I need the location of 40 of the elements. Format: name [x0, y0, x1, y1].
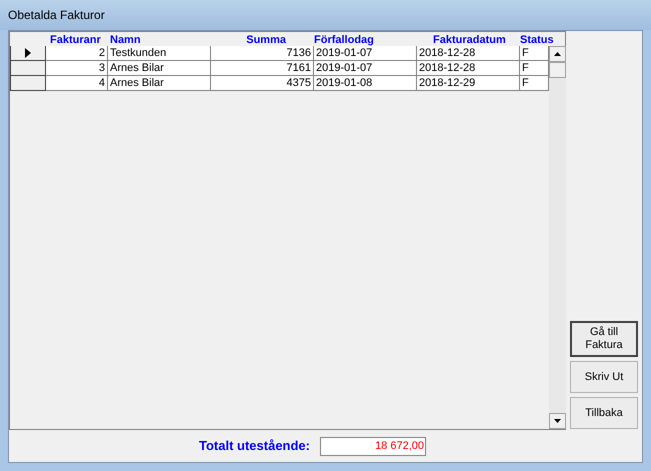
column-header: Summa [246, 34, 286, 46]
column-header: Namn [110, 34, 141, 46]
row-pointer-icon [25, 48, 31, 58]
total-field: 18 672,00 [320, 436, 426, 456]
table-cell: Arnes Bilar [108, 61, 211, 76]
table-cell: F [520, 46, 549, 61]
up-arrow-icon [554, 52, 561, 56]
scroll-up-button[interactable] [549, 46, 566, 62]
table-cell: F [520, 61, 549, 76]
table-cell: 2018-12-28 [417, 61, 520, 76]
table-cell: Arnes Bilar [108, 76, 211, 91]
table-cell: 2019-01-07 [314, 61, 417, 76]
table-cell: 2019-01-08 [314, 76, 417, 91]
table-cell: 2 [46, 46, 108, 61]
column-header: Fakturadatum [433, 34, 506, 46]
table-cell: 3 [46, 61, 108, 76]
scroll-down-button[interactable] [549, 413, 566, 429]
table-cell: 7136 [211, 46, 314, 61]
row-selector[interactable] [10, 46, 46, 61]
table-cell: Testkunden [108, 46, 211, 61]
vertical-scrollbar[interactable] [549, 46, 566, 429]
total-label: Totalt utestående: [199, 437, 310, 456]
table-cell: 2019-01-07 [314, 46, 417, 61]
row-selector[interactable] [10, 61, 46, 76]
action-button[interactable]: Skriv Ut [570, 361, 638, 393]
down-arrow-icon [554, 419, 561, 423]
row-selector[interactable] [10, 76, 46, 91]
table-cell: 2018-12-28 [417, 46, 520, 61]
window-title: Obetalda Fakturor [8, 7, 105, 24]
column-header: Status [520, 34, 554, 46]
action-button[interactable]: Gå till Faktura [570, 321, 638, 357]
table-cell: 4 [46, 76, 108, 91]
table-cell: 4375 [211, 76, 314, 91]
action-button[interactable]: Tillbaka [570, 397, 638, 429]
scroll-thumb[interactable] [549, 62, 566, 78]
table-cell: 2018-12-29 [417, 76, 520, 91]
table-cell: F [520, 76, 549, 91]
column-header: Fakturanr [50, 34, 101, 46]
table-cell: 7161 [211, 61, 314, 76]
column-header: Förfallodag [314, 34, 374, 46]
